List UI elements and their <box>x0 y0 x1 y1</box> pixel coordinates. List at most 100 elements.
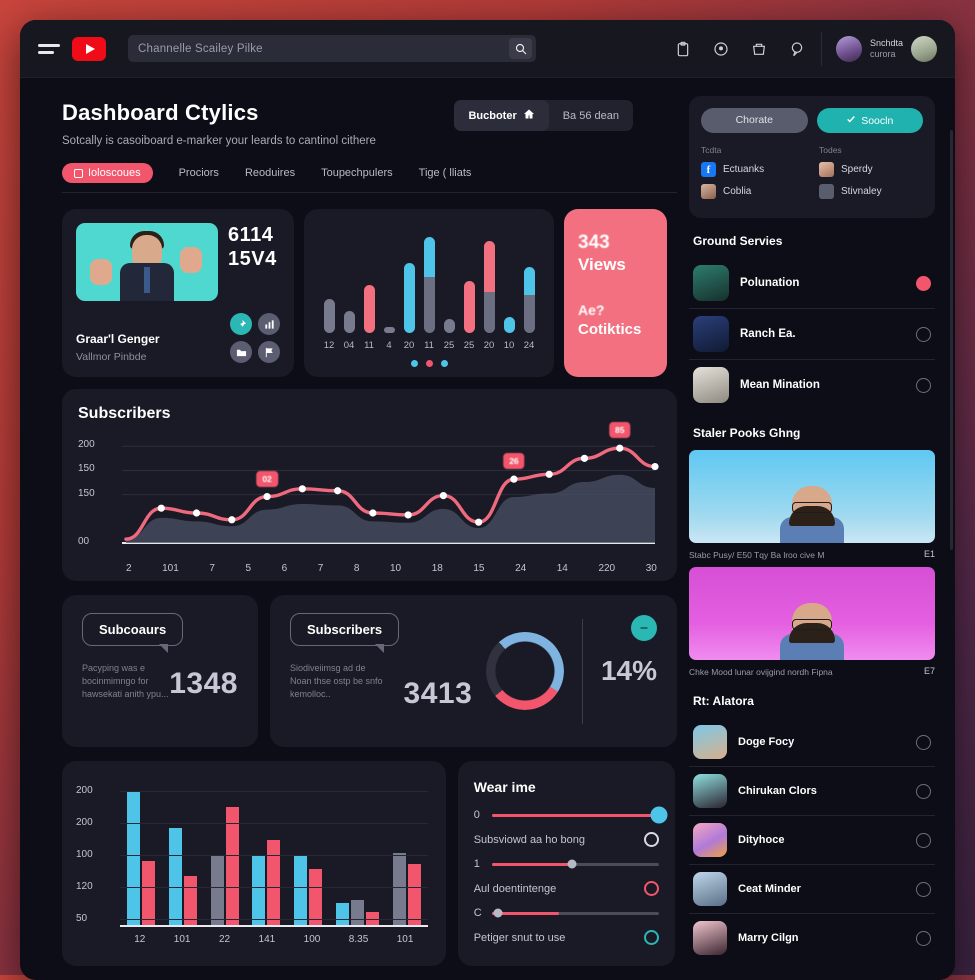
slider-track[interactable] <box>491 806 668 824</box>
subscribers-data-point[interactable] <box>157 504 165 512</box>
youtube-logo[interactable] <box>72 36 106 61</box>
tab-ioloscoues[interactable]: Ioloscoues <box>62 163 153 183</box>
subscribers-data-point[interactable] <box>616 444 624 452</box>
link-icon[interactable] <box>631 615 657 641</box>
rail-item-ectuanks[interactable]: f Ectuanks <box>701 162 805 177</box>
subscribers-data-point[interactable] <box>545 470 553 478</box>
eye-icon[interactable] <box>916 734 931 750</box>
clock-icon[interactable] <box>916 783 931 799</box>
service-row[interactable]: Mean Mination <box>689 360 935 410</box>
avatar-icon <box>701 184 716 199</box>
rail-item-sperdy[interactable]: Sperdy <box>819 162 923 177</box>
author-name: Dityhoce <box>738 834 785 846</box>
pin-icon[interactable] <box>230 313 252 335</box>
hamburger-icon[interactable] <box>38 40 60 58</box>
profile-stat-secondary: 15V4 <box>228 248 277 270</box>
tab-toupechpulers[interactable]: Toupechpulers <box>321 167 393 179</box>
slider-track[interactable] <box>491 859 659 869</box>
settings-slider[interactable]: 1 <box>474 858 659 870</box>
soocln-button[interactable]: Soocln <box>816 108 923 133</box>
emoji-icon[interactable] <box>916 377 931 393</box>
video-pick[interactable]: Chke Mood lunar ovijgind nordh Fipna E7 <box>689 567 935 678</box>
rail-item-stivnaley[interactable]: Stivnaley <box>819 184 923 199</box>
settings-slider[interactable]: 0 <box>474 806 668 824</box>
subscribers-data-point[interactable] <box>580 454 589 462</box>
search-bar[interactable] <box>128 35 536 62</box>
service-row[interactable]: Polunation <box>689 258 935 309</box>
folder-icon[interactable] <box>230 341 252 363</box>
mini-bar-chart: 12 04 11 4 20 11 25 25 20 10 24 <box>316 223 542 351</box>
author-row[interactable]: Ceat Minder <box>689 865 935 914</box>
tab-prociors[interactable]: Prociors <box>179 167 219 179</box>
subscribers-data-point[interactable] <box>334 487 342 495</box>
subscribers-y-label: 150 <box>78 487 95 499</box>
clock-icon[interactable] <box>916 326 931 342</box>
clipboard-icon[interactable] <box>675 41 691 57</box>
subscribers-data-point[interactable] <box>510 475 518 483</box>
author-avatar <box>693 921 727 955</box>
check-icon[interactable] <box>916 881 931 897</box>
chorate-button[interactable]: Chorate <box>701 108 808 133</box>
carousel-dots[interactable] <box>316 360 542 367</box>
settings-slider[interactable]: C <box>474 907 659 919</box>
subscribers-data-point[interactable] <box>263 492 271 501</box>
subscribers-data-point[interactable] <box>298 485 306 493</box>
secondary-header-button[interactable]: Ba 56 dean <box>549 100 633 131</box>
bar-group <box>335 900 379 925</box>
subscribers-data-point[interactable] <box>404 511 412 519</box>
primary-header-button[interactable]: Bucboter <box>454 100 549 131</box>
bar-chart-x-label: 101 <box>173 934 191 945</box>
subscribers-data-point[interactable] <box>475 518 483 526</box>
radio-button[interactable] <box>644 832 659 847</box>
avatar[interactable] <box>835 35 862 62</box>
radio-button[interactable] <box>644 881 659 896</box>
slider-track[interactable] <box>491 908 659 918</box>
settings-option-row[interactable]: Subsviowd aa ho bong <box>474 832 659 847</box>
bar-group <box>392 853 421 925</box>
subscribers-data-point[interactable] <box>651 462 659 471</box>
rail-item-coblia[interactable]: Coblia <box>701 184 805 199</box>
mini-bar-label: 24 <box>523 340 535 351</box>
subscribers-data-point[interactable] <box>439 491 447 500</box>
subscribers-data-point[interactable] <box>192 509 201 517</box>
carousel-dot[interactable] <box>410 360 418 367</box>
slider-knob[interactable] <box>567 859 577 869</box>
secondary-header-button-label: Ba 56 dean <box>562 109 619 122</box>
video-thumbnail[interactable] <box>689 450 935 543</box>
search-input[interactable] <box>138 42 509 55</box>
cloud-icon[interactable] <box>916 832 931 848</box>
settings-option-row[interactable]: Petiger snut to use <box>474 930 659 945</box>
subscribers-x-label: 101 <box>162 563 179 574</box>
record-icon[interactable] <box>916 275 931 291</box>
author-row[interactable]: Marry Cilgn <box>689 914 935 962</box>
info-circle-icon[interactable] <box>713 41 729 57</box>
comment-icon[interactable] <box>789 41 805 57</box>
tab-reoduires[interactable]: Reoduires <box>245 167 295 179</box>
carousel-dot[interactable] <box>440 360 448 367</box>
bag-icon[interactable] <box>751 41 767 57</box>
author-row[interactable]: Chirukan Clors <box>689 767 935 816</box>
search-icon[interactable] <box>509 38 532 59</box>
author-row[interactable]: Dityhoce <box>689 816 935 865</box>
subscribers-data-point[interactable] <box>228 516 236 524</box>
profile-card[interactable]: 6114 15V4 Graar'l Genger Vallmor Pinbde <box>62 209 294 377</box>
tab-tige-lliats[interactable]: Tige ( lliats <box>419 167 472 179</box>
avatar-secondary[interactable] <box>911 35 937 62</box>
settings-option-row[interactable]: Aul doentintenge <box>474 881 659 896</box>
minus-icon[interactable] <box>916 930 931 946</box>
radio-button[interactable] <box>644 930 659 945</box>
chart-icon[interactable] <box>258 313 280 335</box>
author-row[interactable]: Doge Focy <box>689 718 935 767</box>
subscribers-data-point[interactable] <box>369 509 377 517</box>
slider-knob[interactable] <box>650 806 668 824</box>
scrollbar[interactable] <box>950 130 953 550</box>
flag-icon[interactable] <box>258 341 280 363</box>
views-card[interactable]: 343 Views Ae? Cotiktics <box>564 209 667 377</box>
video-thumbnail[interactable] <box>689 567 935 660</box>
right-sidebar: Chorate Soocln Tcdta f Ectuanks Coblia T… <box>675 78 955 980</box>
carousel-dot[interactable] <box>425 360 433 367</box>
account-menu[interactable]: Snchdta curora <box>835 35 937 62</box>
video-pick[interactable]: Stabc Pusy/ E50 Tqy Ba lroo cive M E1 <box>689 450 935 561</box>
service-row[interactable]: Ranch Ea. <box>689 309 935 360</box>
slider-knob[interactable] <box>493 908 503 918</box>
